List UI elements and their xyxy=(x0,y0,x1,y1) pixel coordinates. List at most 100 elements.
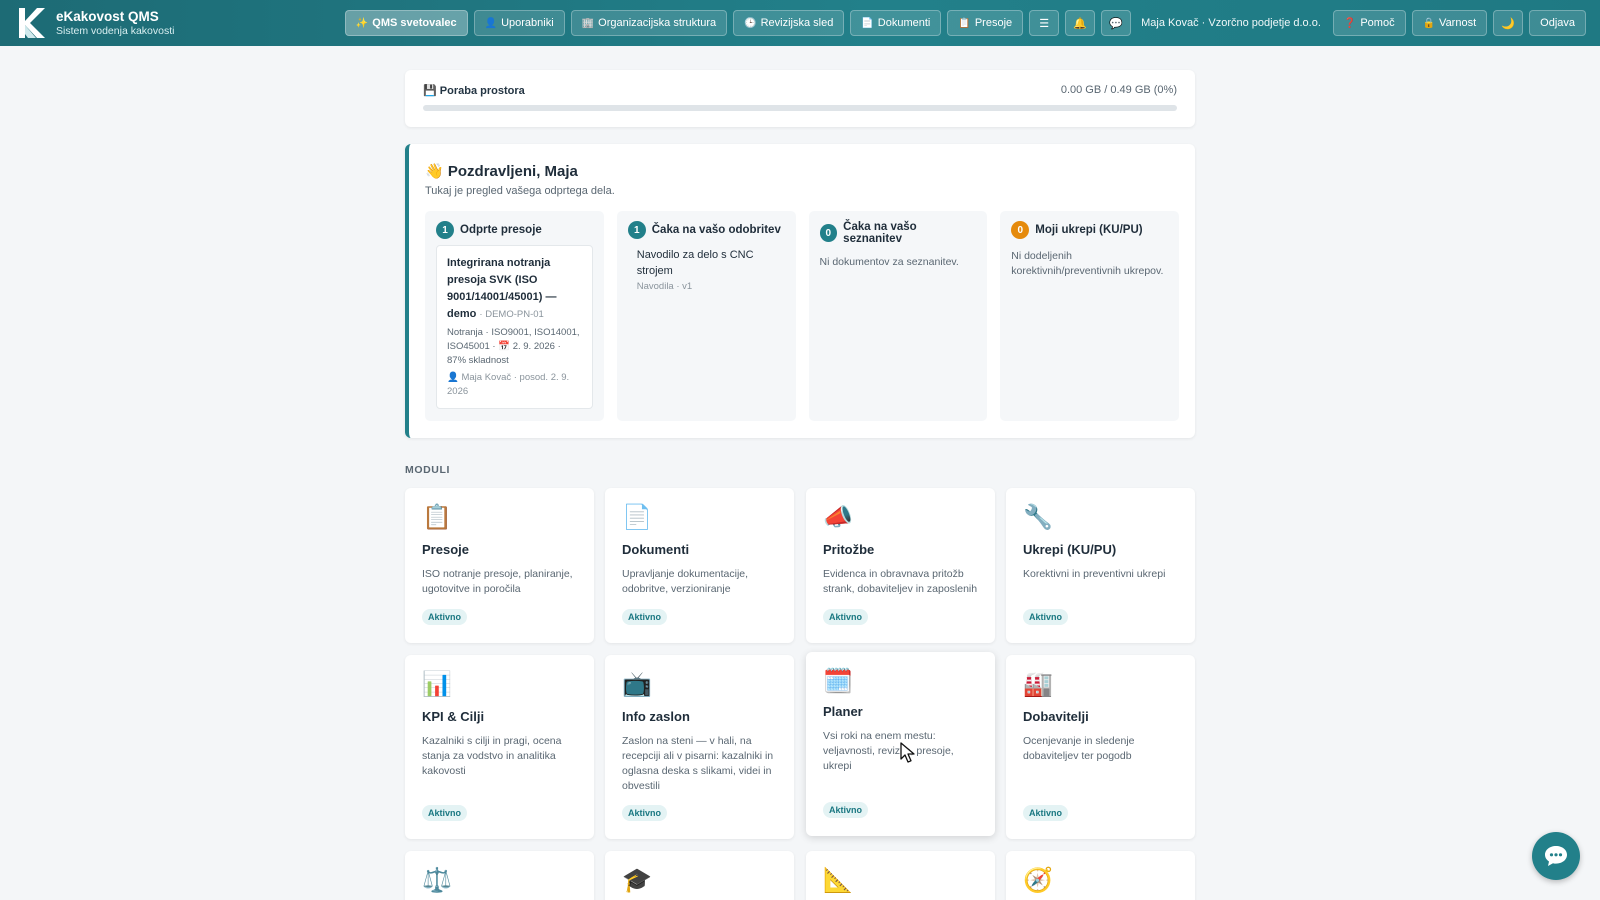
moon-icon: 🌙 xyxy=(1501,17,1515,30)
module-title: Ukrepi (KU/PU) xyxy=(1023,542,1117,557)
module-card-compliance[interactable]: ⚖️ xyxy=(405,851,594,900)
clipboard-icon: 📋 xyxy=(422,504,452,531)
module-description: Ocenjevanje in sledenje dobaviteljev ter… xyxy=(1023,735,1135,762)
menu-button[interactable]: ☰ xyxy=(1029,10,1060,36)
users-button[interactable]: 👤 Uporabniki xyxy=(473,10,565,36)
current-user: Maja Kovač · Vzorčno podjetje d.o.o. xyxy=(1141,17,1321,29)
audits-button[interactable]: 📋 Presoje xyxy=(947,10,1024,36)
module-title: Pritožbe xyxy=(823,542,875,557)
module-card-complaints[interactable]: 📣 Pritožbe Evidenca in obravnava pritožb… xyxy=(806,488,995,643)
messages-button[interactable]: 💬 xyxy=(1101,10,1132,36)
brand[interactable]: eKakovost QMS Sistem vodenja kakovosti xyxy=(16,6,345,40)
hamburger-icon: ☰ xyxy=(1039,17,1050,30)
module-description: Evidenca in obravnava pritožb strank, do… xyxy=(823,568,978,595)
module-title: Dobavitelji xyxy=(1023,709,1089,724)
open-audits-panel: 1 Odprte presoje Integrirana notranja pre… xyxy=(425,211,604,421)
approval-item-title: Navodilo za delo s CNC strojem xyxy=(636,249,754,277)
module-card-documents[interactable]: 📄 Dokumenti Upravljanje dokumentacije, o… xyxy=(605,488,794,643)
mouse-cursor-icon xyxy=(900,742,915,763)
chat-icon: 💬 xyxy=(1109,17,1123,30)
theme-toggle-button[interactable]: 🌙 xyxy=(1493,10,1524,36)
notifications-button[interactable]: 🔔 xyxy=(1065,10,1096,36)
logout-button[interactable]: Odjava xyxy=(1529,10,1586,36)
tv-icon: 📺 xyxy=(622,671,652,698)
security-button[interactable]: 🔒 Varnost xyxy=(1411,10,1488,36)
status-badge: Aktivno xyxy=(622,609,668,625)
documents-button[interactable]: 📄 Dokumenti xyxy=(850,10,942,36)
acknowledge-title: Čaka na vašo seznanitev xyxy=(843,221,917,245)
acknowledge-panel: 0 Čaka na vašo seznanitev Ni dokumentov z… xyxy=(808,211,988,421)
module-card-kpi[interactable]: 📊 KPI & Cilji Kazalniki s cilji in pragi… xyxy=(405,655,594,839)
module-card-audits[interactable]: 📋 Presoje ISO notranje presoje, planiran… xyxy=(405,488,594,643)
qms-wizard-button[interactable]: ✨ QMS svetovalec xyxy=(344,10,468,36)
graduation-cap-icon: 🎓 xyxy=(622,867,652,894)
chat-fab-button[interactable] xyxy=(1532,832,1580,880)
module-card-actions[interactable]: 🔧 Ukrepi (KU/PU) Korektivni in preventiv… xyxy=(1006,488,1195,643)
audit-item-meta: Notranja · ISO9001, ISO14001, ISO45001 ·… xyxy=(447,327,580,366)
user-icon: 👤 xyxy=(484,17,498,29)
clock-icon: 🕒 xyxy=(744,17,757,29)
my-actions-empty: Ni dodeljenih korektivnih/preventivnih u… xyxy=(1011,250,1164,277)
factory-icon: 🏭 xyxy=(1023,671,1053,698)
approval-item-meta: Navodila · v1 xyxy=(636,281,693,292)
acknowledge-empty: Ni dokumentov za seznanitev. xyxy=(819,256,959,268)
module-description: Kazalniki s cilji in pragi, ocena stanja… xyxy=(422,735,562,777)
welcome-card: 👋 Pozdravljeni, Maja Tukaj je pregled va… xyxy=(405,144,1195,438)
scales-icon: ⚖️ xyxy=(422,867,452,894)
calendar-icon: 🗓️ xyxy=(823,668,853,695)
open-audits-title: Odprte presoje xyxy=(460,224,542,236)
approval-count: 1 xyxy=(627,221,646,239)
storage-label: Poraba prostora xyxy=(439,85,525,97)
megaphone-icon: 📣 xyxy=(823,504,853,531)
approval-panel: 1 Čaka na vašo odobritev Navodilo za delo… xyxy=(616,211,796,421)
my-actions-count: 0 xyxy=(1011,221,1030,239)
org-structure-button[interactable]: 🏢 Organizacijska struktura xyxy=(570,10,728,36)
floppy-icon: 💾 xyxy=(423,85,437,97)
app-subtitle: Sistem vodenja kakovosti xyxy=(56,24,175,37)
status-badge: Aktivno xyxy=(823,802,869,818)
sparkles-icon: ✨ xyxy=(355,17,369,29)
module-title: Planer xyxy=(823,704,863,719)
top-bar: eKakovost QMS Sistem vodenja kakovosti ✨… xyxy=(0,0,1600,46)
approval-item[interactable]: Navodilo za delo s CNC strojem Navodila … xyxy=(628,247,785,292)
document-icon: 📄 xyxy=(861,17,874,29)
module-description: Upravljanje dokumentacije, odobritve, ve… xyxy=(622,568,749,595)
triangle-ruler-icon: 📐 xyxy=(823,867,853,894)
module-card-training[interactable]: 🎓 xyxy=(605,851,794,900)
status-badge: Aktivno xyxy=(422,609,468,625)
document-icon: 📄 xyxy=(622,504,652,531)
my-actions-panel: 0 Moji ukrepi (KU/PU) Ni dodeljenih korek… xyxy=(1000,211,1179,421)
storage-usage-card: 💾 Poraba prostora 0.00 GB / 0.49 GB (0%) xyxy=(405,70,1195,127)
building-icon: 🏢 xyxy=(581,17,595,29)
module-description: Zaslon na steni — v hali, na recepciji a… xyxy=(622,735,774,792)
audit-item-owner: 👤 Maja Kovač · posod. 2. 9. 2026 xyxy=(447,372,570,397)
audit-item-code: · DEMO-PN-01 xyxy=(479,309,544,320)
help-button[interactable]: ❓ Pomoč xyxy=(1332,10,1406,36)
bell-icon: 🔔 xyxy=(1073,17,1087,30)
status-badge: Aktivno xyxy=(422,805,468,821)
module-card-suppliers[interactable]: 🏭 Dobavitelji Ocenjevanje in sledenje do… xyxy=(1006,655,1195,839)
logo-icon xyxy=(19,8,45,38)
module-title: Dokumenti xyxy=(622,542,690,557)
chat-bubble-icon xyxy=(1545,846,1567,866)
my-actions-title: Moji ukrepi (KU/PU) xyxy=(1035,224,1143,236)
compass-icon: 🧭 xyxy=(1023,867,1053,894)
module-description: ISO notranje presoje, planiranje, ugotov… xyxy=(422,568,573,595)
welcome-subtitle: Tukaj je pregled vašega odprtega dela. xyxy=(425,185,615,197)
status-badge: Aktivno xyxy=(823,609,869,625)
greeting: Pozdravljeni, Maja xyxy=(447,163,578,180)
module-card-info-screen[interactable]: 📺 Info zaslon Zaslon na steni — v hali, … xyxy=(605,655,794,839)
storage-progress-bar xyxy=(423,105,1177,111)
main-nav: ✨ QMS svetovalec 👤 Uporabniki 🏢 Organizacij… xyxy=(344,10,1586,36)
audit-trail-button[interactable]: 🕒 Revizijska sled xyxy=(733,10,845,36)
clipboard-icon: 📋 xyxy=(958,17,971,29)
modules-label: MODULI xyxy=(405,464,451,476)
approval-title: Čaka na vašo odobritev xyxy=(651,224,781,236)
open-audits-count: 1 xyxy=(436,221,454,239)
open-audit-item[interactable]: Integrirana notranja presoja SVK (ISO 90… xyxy=(436,245,593,409)
wrench-icon: 🔧 xyxy=(1023,504,1053,531)
module-card-strategy[interactable]: 🧭 xyxy=(1006,851,1195,900)
module-card-measurement[interactable]: 📐 xyxy=(806,851,995,900)
module-title: Info zaslon xyxy=(622,709,690,724)
status-badge: Aktivno xyxy=(1023,609,1069,625)
